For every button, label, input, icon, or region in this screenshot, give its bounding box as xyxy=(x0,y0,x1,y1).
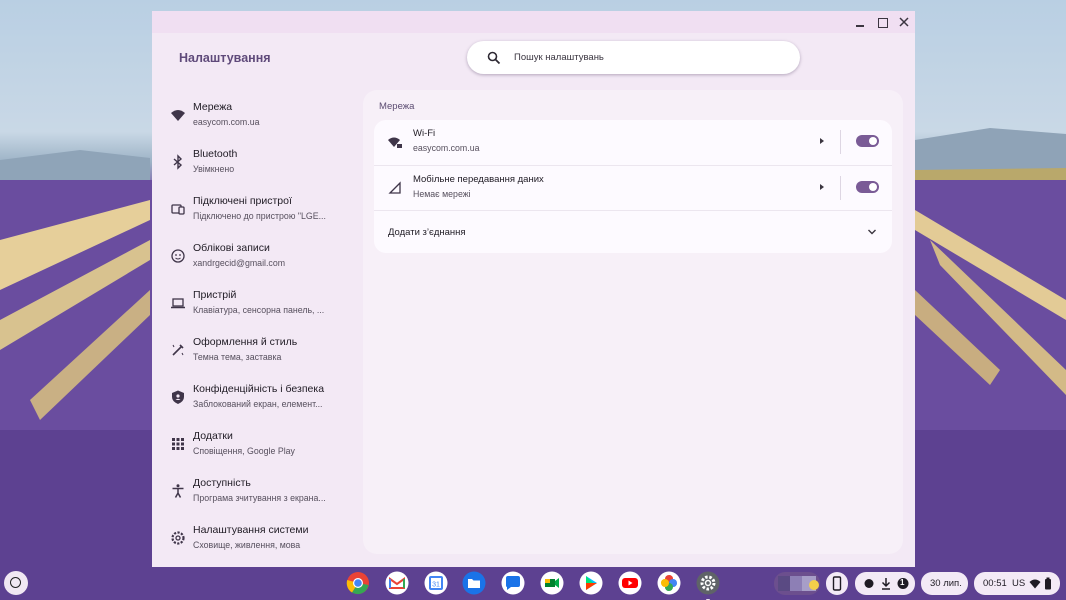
shield-icon xyxy=(172,390,184,404)
add-connection-label: Додати з’єднання xyxy=(388,227,466,238)
sidebar-item-subtitle: xandrgecid@gmail.com xyxy=(193,258,286,268)
apps-grid-icon xyxy=(172,438,184,450)
wifi-toggle[interactable] xyxy=(856,135,879,147)
search-icon xyxy=(487,51,501,65)
sidebar-item-personalization[interactable]: Оформлення й стиль Темна тема, заставка xyxy=(152,330,357,372)
sidebar-item-subtitle: Заблокований екран, елемент... xyxy=(193,399,323,409)
maximize-button[interactable] xyxy=(874,14,890,30)
add-connection-row[interactable]: Додати з’єднання xyxy=(374,210,892,253)
sidebar-item-apps[interactable]: Додатки Сповіщення, Google Play xyxy=(152,424,357,466)
system-gear-icon xyxy=(171,531,185,545)
tray-icons xyxy=(864,578,909,590)
sidebar-item-label: Конфіденційність і безпека xyxy=(193,383,325,395)
play-store-icon[interactable] xyxy=(579,571,603,595)
wifi-row[interactable]: Wi-Fi easycom.com.ua xyxy=(374,120,892,164)
holding-space-thumbnail[interactable] xyxy=(774,572,820,595)
mobile-data-status: Немає мережі xyxy=(413,189,471,199)
sidebar-item-accessibility[interactable]: Доступність Програма зчитування з екрана… xyxy=(152,471,357,513)
notification-tray[interactable]: 1 xyxy=(855,572,915,595)
status-area[interactable]: 00:51 US xyxy=(974,572,1060,595)
launcher-button[interactable] xyxy=(4,571,28,595)
laptop-icon xyxy=(171,298,185,309)
sidebar-item-bluetooth[interactable]: Bluetooth Увімкнено xyxy=(152,142,357,184)
sidebar-item-system[interactable]: Налаштування системи Сховище, живлення, … xyxy=(152,518,357,560)
clock: 00:51 xyxy=(983,578,1007,589)
phone-hub-button[interactable] xyxy=(826,572,848,595)
photos-icon[interactable] xyxy=(657,571,681,595)
account-icon xyxy=(171,249,185,263)
sidebar-item-subtitle: Клавіатура, сенсорна панель, ... xyxy=(193,305,325,315)
sidebar-item-label: Підключені пристрої xyxy=(193,195,292,207)
wifi-network-name: easycom.com.ua xyxy=(413,143,480,153)
chevron-down-icon xyxy=(868,229,876,235)
title-bar xyxy=(152,11,915,33)
calendar-icon[interactable]: 31 xyxy=(424,571,448,595)
network-card: Wi-Fi easycom.com.ua Мобільне передаванн… xyxy=(374,120,892,253)
wifi-details-arrow-icon[interactable] xyxy=(820,138,824,144)
app-title: Налаштування xyxy=(179,51,271,65)
bluetooth-icon xyxy=(173,154,183,170)
sidebar-item-subtitle: Сповіщення, Google Play xyxy=(193,446,295,456)
phone-icon xyxy=(832,576,842,591)
sidebar-item-subtitle: Програма зчитування з екрана... xyxy=(193,493,326,503)
close-icon xyxy=(899,17,909,27)
sidebar-item-subtitle: Увімкнено xyxy=(193,164,235,174)
record-icon xyxy=(864,579,874,588)
sidebar-item-label: Пристрій xyxy=(193,289,237,301)
battery-icon xyxy=(1045,577,1051,590)
notification-count: 1 xyxy=(900,578,905,587)
sidebar-item-subtitle: Сховище, живлення, мова xyxy=(193,540,301,550)
divider xyxy=(840,176,841,200)
sidebar-item-subtitle: Темна тема, заставка xyxy=(193,352,282,362)
sidebar-item-subtitle: easycom.com.ua xyxy=(193,117,260,127)
sidebar-item-label: Bluetooth xyxy=(193,148,238,160)
wifi-locked-icon xyxy=(388,137,402,148)
wifi-icon xyxy=(171,110,185,121)
accessibility-icon xyxy=(172,484,184,498)
mobile-data-details-arrow-icon[interactable] xyxy=(820,184,824,190)
search-input[interactable] xyxy=(514,49,784,66)
settings-icon[interactable] xyxy=(696,571,720,600)
sidebar-item-accounts[interactable]: Облікові записи xandrgecid@gmail.com xyxy=(152,236,357,278)
cellular-signal-icon xyxy=(388,181,401,194)
gmail-icon[interactable] xyxy=(385,571,409,595)
search-box[interactable] xyxy=(467,41,800,74)
svg-text:31: 31 xyxy=(432,582,440,589)
wifi-label: Wi-Fi xyxy=(413,128,436,139)
mobile-data-label: Мобільне передавання даних xyxy=(413,174,544,185)
sidebar-item-label: Мережа xyxy=(193,101,233,113)
sidebar-item-label: Налаштування системи xyxy=(193,524,309,536)
section-title: Мережа xyxy=(379,101,415,112)
screenshot-thumbnail-icon xyxy=(778,576,819,591)
network-panel: Мережа Wi-Fi easycom.com.ua Мобільне пер… xyxy=(363,90,903,554)
keyboard-layout: US xyxy=(1012,578,1026,589)
close-button[interactable] xyxy=(896,14,912,30)
chrome-icon[interactable] xyxy=(346,571,370,595)
sidebar-item-privacy[interactable]: Конфіденційність і безпека Заблокований … xyxy=(152,377,357,419)
sidebar-item-label: Облікові записи xyxy=(193,242,270,254)
messages-icon[interactable] xyxy=(501,571,525,595)
divider xyxy=(840,130,841,154)
mobile-data-toggle[interactable] xyxy=(856,181,879,193)
minimize-button[interactable] xyxy=(852,14,868,30)
settings-window: Налаштування Мережа easycom.com.ua Bluet… xyxy=(152,11,915,567)
date-pill[interactable]: 30 лип. xyxy=(921,572,968,595)
download-icon xyxy=(881,578,891,590)
connected-devices-icon xyxy=(171,204,185,215)
sidebar-item-label: Додатки xyxy=(193,430,233,442)
sidebar-item-label: Оформлення й стиль xyxy=(193,336,298,348)
date-text: 30 лип. xyxy=(930,578,962,589)
mobile-data-row[interactable]: Мобільне передавання даних Немає мережі xyxy=(374,165,892,209)
files-icon[interactable] xyxy=(462,571,486,595)
meet-icon[interactable] xyxy=(540,571,564,595)
sidebar-item-label: Доступність xyxy=(193,477,251,489)
youtube-icon[interactable] xyxy=(618,571,642,595)
sidebar-item-subtitle: Підключено до пристрою "LGE... xyxy=(193,211,326,221)
sidebar-item-connected-devices[interactable]: Підключені пристрої Підключено до пристр… xyxy=(152,189,357,231)
wifi-status-icon xyxy=(1029,579,1041,589)
sidebar-item-network[interactable]: Мережа easycom.com.ua xyxy=(152,95,357,137)
sidebar-item-device[interactable]: Пристрій Клавіатура, сенсорна панель, ..… xyxy=(152,283,357,325)
shelf: 31 1 30 лип. 00:51 US xyxy=(0,567,1066,600)
brush-icon xyxy=(172,344,184,356)
